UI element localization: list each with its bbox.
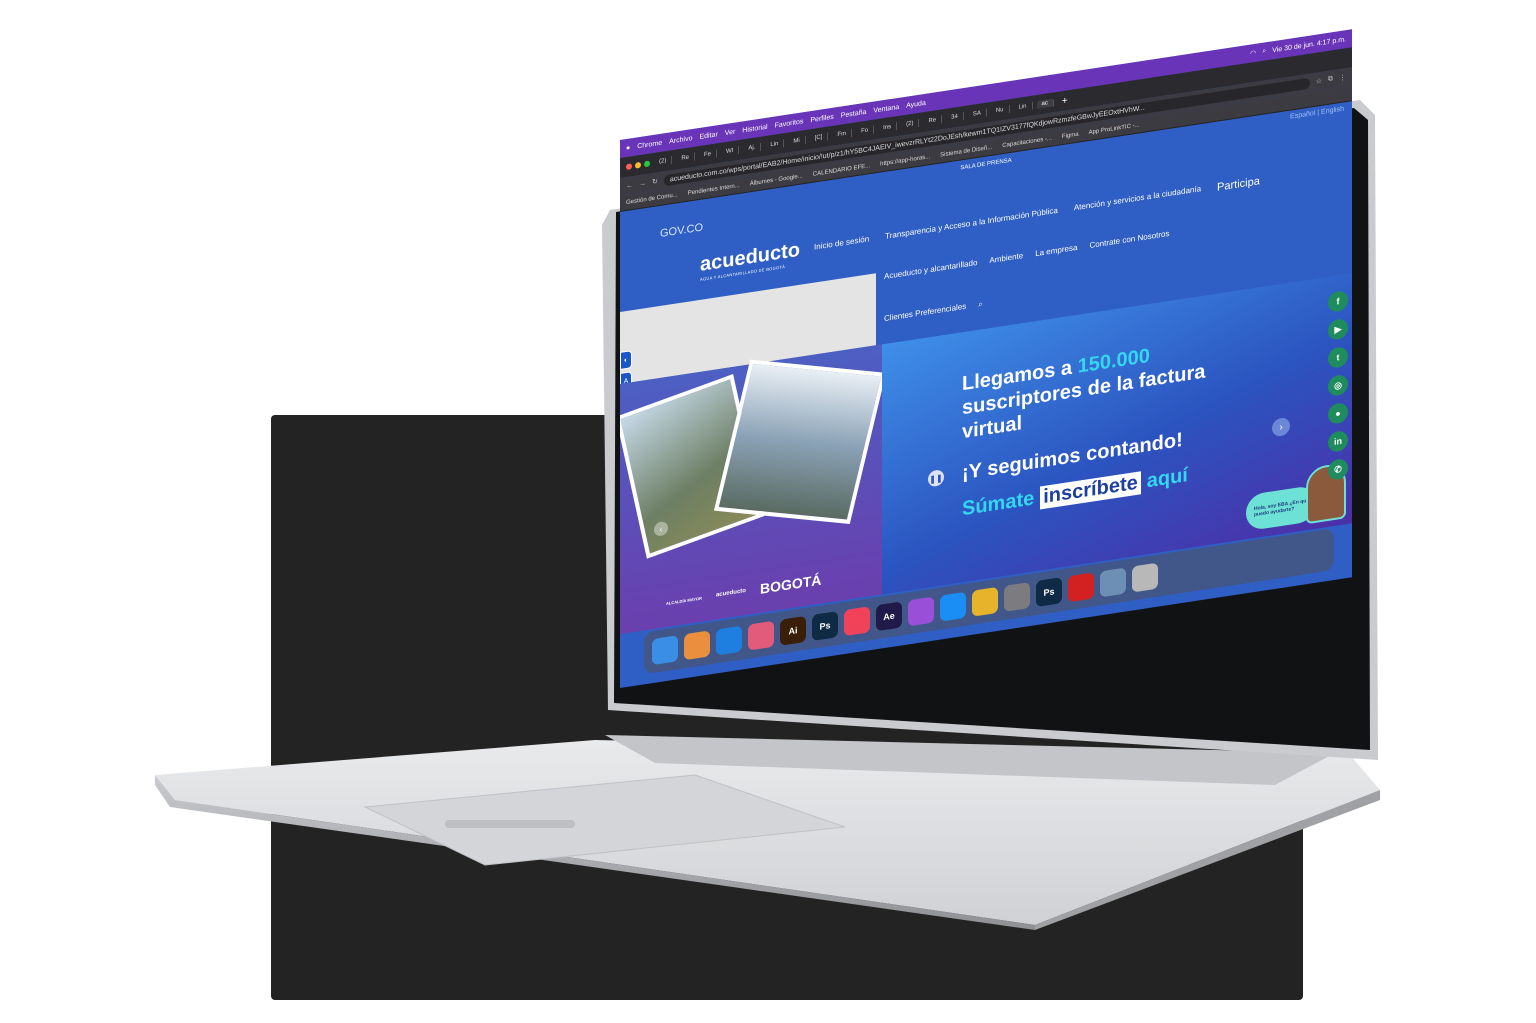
- browser-tab[interactable]: 34: [946, 112, 964, 123]
- menu-ayuda[interactable]: Ayuda: [906, 99, 926, 109]
- menu-ver[interactable]: Ver: [725, 128, 736, 137]
- browser-tab[interactable]: WI: [721, 145, 740, 157]
- nav-acueducto[interactable]: Acueducto y alcantarillado: [884, 258, 977, 281]
- search-icon[interactable]: ⌕: [978, 299, 982, 310]
- apple-icon[interactable]: ●: [626, 144, 630, 152]
- reload-icon[interactable]: ↻: [652, 177, 658, 186]
- contrast-icon[interactable]: ◐: [620, 350, 632, 370]
- menu-favoritos[interactable]: Favoritos: [775, 118, 804, 129]
- browser-tab[interactable]: Ins: [878, 122, 898, 133]
- app-store-icon[interactable]: [940, 591, 966, 622]
- social-links: f ▶ t ◎ ● in ✆: [1328, 289, 1348, 481]
- new-tab-button[interactable]: +: [1058, 94, 1072, 107]
- window-controls: [626, 160, 650, 171]
- browser-tab[interactable]: Re: [923, 115, 943, 127]
- safari-icon[interactable]: [716, 625, 742, 656]
- browser-tab[interactable]: Fm: [832, 128, 853, 140]
- footer-logos: ALCALDÍA MAYOR acueducto BOGOTÁ: [666, 572, 821, 612]
- secondary-nav: Clientes Preferenciales ⌕: [884, 299, 983, 324]
- whatsapp-icon[interactable]: ✆: [1328, 457, 1348, 481]
- forward-icon[interactable]: →: [639, 180, 646, 188]
- chrome-icon[interactable]: [972, 586, 998, 617]
- photoshop-2-icon[interactable]: Ps: [1036, 577, 1062, 608]
- carousel-next-button[interactable]: ›: [1272, 416, 1290, 438]
- photos-icon[interactable]: [748, 620, 774, 651]
- back-icon[interactable]: ←: [626, 182, 633, 190]
- more-menu-icon[interactable]: ⋮: [1339, 73, 1346, 82]
- browser-tab[interactable]: SA: [967, 108, 987, 120]
- acueducto-logo[interactable]: acueducto AGUA Y ALCANTARILLADO DE BOGOT…: [700, 239, 800, 282]
- menu-chrome[interactable]: Chrome: [637, 139, 662, 150]
- menu-ventana[interactable]: Ventana: [873, 103, 899, 114]
- nav-clientes[interactable]: Clientes Preferenciales: [884, 302, 966, 324]
- browser-tab-active[interactable]: ac: [1036, 98, 1054, 110]
- after-effects-icon[interactable]: Ae: [876, 601, 902, 632]
- clouds-photo: [713, 359, 887, 524]
- extensions-icon[interactable]: ⧉: [1328, 75, 1333, 84]
- launchpad-icon[interactable]: [684, 630, 710, 661]
- nav-citizen-services[interactable]: Atención y servicios a la ciudadanía: [1074, 184, 1201, 215]
- bogota-logo: BOGOTÁ: [759, 571, 822, 597]
- menu-historial[interactable]: Historial: [742, 123, 767, 134]
- nav-participa[interactable]: Participa: [1217, 175, 1260, 193]
- gov-co-logo[interactable]: GOV.CO: [660, 221, 703, 240]
- facebook-icon[interactable]: f: [1328, 289, 1348, 313]
- nav-contrate[interactable]: Contrate con Nosotros: [1089, 229, 1169, 250]
- bookmark-item[interactable]: Capacitaciones -...: [1002, 135, 1052, 149]
- browser-tab[interactable]: [C]: [809, 132, 829, 144]
- browser-tab[interactable]: Fe: [699, 149, 718, 161]
- bookmark-star-icon[interactable]: ☆: [1316, 77, 1322, 86]
- nav-login[interactable]: Inicio de sesión: [814, 234, 869, 254]
- acrobat-icon[interactable]: [1068, 572, 1094, 603]
- twitter-icon[interactable]: t: [1328, 345, 1348, 369]
- system-settings-icon[interactable]: [1004, 581, 1030, 612]
- illustrator-icon[interactable]: Ai: [780, 615, 806, 646]
- browser-tab[interactable]: (2): [901, 118, 920, 130]
- preview-icon[interactable]: [1100, 567, 1126, 598]
- alcaldia-logo: ALCALDÍA MAYOR: [666, 595, 702, 606]
- minimize-window-button[interactable]: [635, 161, 641, 169]
- cta-sumate: Súmate: [962, 487, 1035, 521]
- trash-icon[interactable]: [1132, 562, 1158, 593]
- browser-tab[interactable]: Aj.: [743, 142, 762, 154]
- menu-pestana[interactable]: Pestaña: [841, 108, 867, 119]
- wifi-icon[interactable]: ◠: [1250, 49, 1256, 58]
- browser-tab[interactable]: Re: [676, 152, 696, 164]
- flickr-icon[interactable]: ●: [1328, 401, 1348, 425]
- search-icon[interactable]: ⌕: [1262, 47, 1266, 56]
- browser-tab[interactable]: Mi: [788, 135, 806, 147]
- podcasts-icon[interactable]: [908, 596, 934, 627]
- browser-tab[interactable]: Fo: [856, 125, 875, 137]
- hero-headline: Llegamos a 150.000 suscriptores de la fa…: [962, 333, 1222, 444]
- acueducto-small-logo: acueducto: [715, 587, 746, 599]
- browser-tab[interactable]: Lin: [1013, 101, 1033, 113]
- close-window-button[interactable]: [626, 163, 632, 171]
- browser-tab[interactable]: Nu: [990, 105, 1010, 116]
- youtube-icon[interactable]: ▶: [1328, 317, 1348, 341]
- linkedin-icon[interactable]: in: [1328, 429, 1348, 453]
- instagram-icon[interactable]: ◎: [1328, 373, 1348, 397]
- cta-aqui: aquí: [1146, 464, 1188, 493]
- music-icon[interactable]: [844, 606, 870, 637]
- nav-transparency[interactable]: Transparencia y Acceso a la Información …: [885, 206, 1058, 244]
- carousel-pause-button[interactable]: ❚❚: [928, 468, 944, 488]
- finder-icon[interactable]: [652, 635, 678, 666]
- zoom-window-button[interactable]: [644, 160, 650, 168]
- browser-tab[interactable]: Lin: [765, 139, 785, 151]
- photoshop-icon[interactable]: Ps: [812, 611, 838, 641]
- bookmark-item[interactable]: Figma: [1062, 131, 1079, 140]
- nav-ambiente[interactable]: Ambiente: [989, 251, 1023, 265]
- menu-perfiles[interactable]: Perfiles: [810, 113, 833, 124]
- browser-screen: ● Chrome Archivo Editar Ver Historial Fa…: [620, 29, 1352, 688]
- browser-tab[interactable]: (2): [654, 156, 673, 167]
- cta-inscribete: inscríbete: [1040, 471, 1141, 510]
- nav-empresa[interactable]: La empresa: [1035, 243, 1077, 258]
- left-banner: ‹ ALCALDÍA MAYOR acueducto BOGOTÁ: [620, 344, 887, 634]
- menu-editar[interactable]: Editar: [699, 131, 717, 141]
- menu-archivo[interactable]: Archivo: [669, 135, 692, 146]
